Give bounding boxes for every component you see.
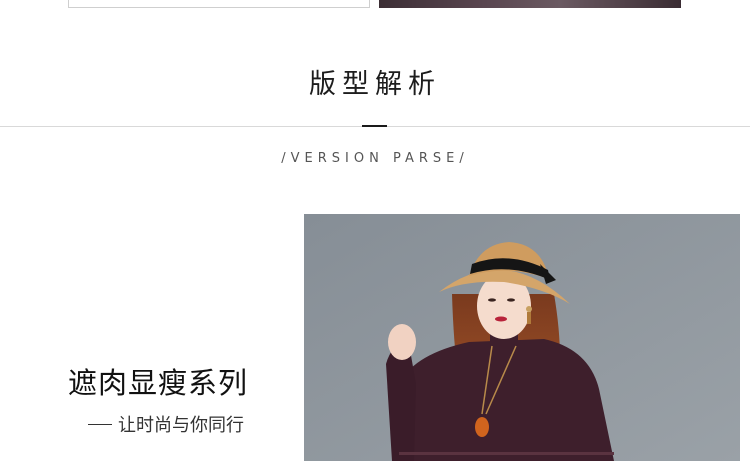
series-tagline: 让时尚与你同行 — [88, 411, 244, 437]
earring-drop — [527, 312, 531, 324]
sweater-stripe — [399, 452, 614, 455]
earring — [526, 306, 532, 312]
previous-section-photo — [379, 0, 681, 8]
lips — [495, 316, 507, 322]
section-subtitle: /VERSION PARSE/ — [281, 151, 469, 166]
tagline-dash — [88, 423, 112, 425]
series-tagline-text: 让时尚与你同行 — [118, 415, 244, 436]
eye-left — [488, 298, 496, 302]
section-divider-accent — [362, 125, 387, 127]
model-photo — [304, 214, 740, 461]
hand — [388, 324, 416, 360]
section-title: 版型解析 — [309, 69, 441, 100]
necklace-pendant — [475, 417, 489, 437]
series-title: 遮肉显瘦系列 — [68, 366, 249, 400]
previous-section-box — [68, 0, 370, 8]
eye-right — [507, 298, 515, 302]
